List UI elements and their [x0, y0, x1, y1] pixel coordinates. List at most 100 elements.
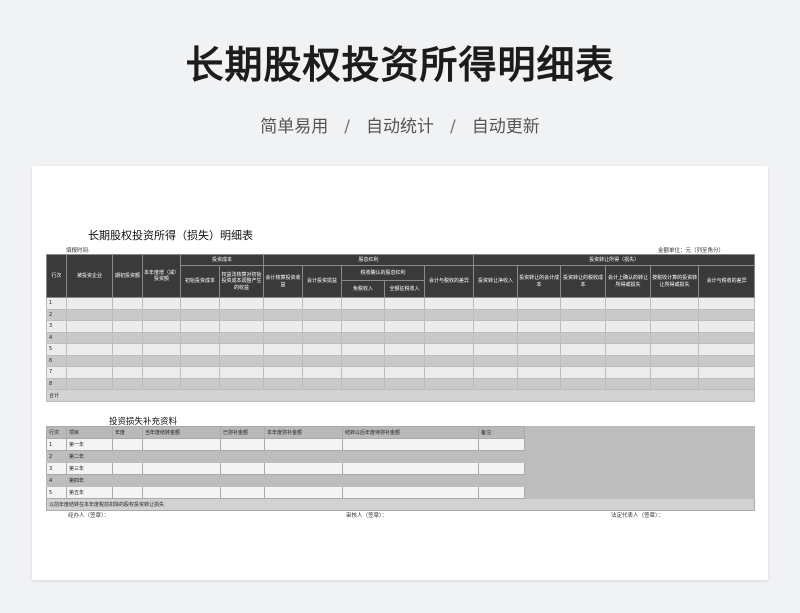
cell[interactable]	[264, 462, 343, 475]
cell[interactable]	[341, 308, 386, 321]
cell[interactable]	[341, 366, 386, 379]
cell[interactable]	[342, 438, 479, 451]
cell[interactable]	[264, 474, 343, 487]
cell[interactable]	[517, 377, 562, 390]
cell[interactable]	[263, 366, 304, 379]
cell[interactable]	[424, 297, 475, 310]
cell[interactable]	[142, 486, 221, 499]
cell[interactable]	[264, 486, 343, 499]
cell[interactable]	[560, 297, 607, 310]
cell[interactable]	[263, 297, 304, 310]
cell[interactable]	[341, 343, 386, 356]
cell[interactable]	[263, 377, 304, 390]
cell[interactable]	[302, 308, 343, 321]
cell[interactable]	[560, 331, 607, 344]
cell[interactable]	[384, 366, 426, 379]
cell[interactable]	[473, 308, 519, 321]
cell[interactable]	[560, 377, 607, 390]
cell[interactable]	[473, 366, 519, 379]
cell[interactable]	[302, 343, 343, 356]
cell[interactable]	[424, 377, 475, 390]
cell[interactable]	[220, 486, 265, 499]
cell[interactable]	[517, 320, 562, 333]
cell[interactable]	[424, 366, 475, 379]
cell[interactable]	[424, 308, 475, 321]
cell[interactable]	[384, 331, 426, 344]
cell[interactable]	[142, 308, 181, 321]
cell[interactable]	[517, 354, 562, 367]
cell[interactable]	[517, 331, 562, 344]
cell[interactable]	[142, 377, 181, 390]
cell[interactable]	[66, 297, 113, 310]
cell[interactable]	[341, 354, 386, 367]
cell[interactable]	[180, 320, 220, 333]
cell[interactable]	[605, 377, 652, 390]
cell[interactable]	[112, 462, 143, 475]
cell[interactable]	[473, 377, 519, 390]
cell[interactable]	[142, 343, 181, 356]
cell[interactable]	[650, 377, 700, 390]
cell[interactable]	[218, 331, 265, 344]
cell[interactable]	[698, 366, 756, 379]
cell[interactable]	[341, 297, 386, 310]
cell[interactable]	[302, 297, 343, 310]
cell[interactable]	[478, 474, 525, 487]
cell[interactable]	[263, 308, 304, 321]
cell[interactable]	[478, 462, 525, 475]
cell[interactable]	[218, 320, 265, 333]
cell[interactable]	[384, 343, 426, 356]
cell[interactable]	[263, 320, 304, 333]
cell[interactable]	[66, 331, 113, 344]
cell[interactable]	[473, 343, 519, 356]
cell[interactable]	[112, 354, 143, 367]
cell[interactable]	[142, 354, 181, 367]
cell[interactable]	[650, 331, 700, 344]
cell[interactable]	[180, 297, 220, 310]
cell[interactable]	[112, 438, 143, 451]
cell[interactable]	[180, 377, 220, 390]
cell[interactable]	[560, 354, 607, 367]
cell[interactable]	[473, 297, 519, 310]
cell[interactable]	[560, 343, 607, 356]
cell[interactable]	[698, 354, 756, 367]
cell[interactable]	[142, 438, 221, 451]
cell[interactable]	[180, 354, 220, 367]
cell[interactable]	[142, 297, 181, 310]
cell[interactable]	[605, 331, 652, 344]
cell[interactable]	[384, 354, 426, 367]
cell[interactable]	[142, 462, 221, 475]
cell[interactable]	[698, 343, 756, 356]
cell[interactable]	[66, 366, 113, 379]
cell[interactable]	[218, 343, 265, 356]
cell[interactable]	[180, 366, 220, 379]
cell[interactable]	[112, 320, 143, 333]
cell[interactable]	[384, 308, 426, 321]
cell[interactable]	[650, 297, 700, 310]
cell[interactable]	[605, 320, 652, 333]
cell[interactable]	[302, 354, 343, 367]
cell[interactable]	[650, 354, 700, 367]
cell[interactable]	[218, 354, 265, 367]
cell[interactable]	[142, 366, 181, 379]
cell[interactable]	[112, 450, 143, 463]
cell[interactable]	[66, 377, 113, 390]
cell[interactable]	[142, 331, 181, 344]
cell[interactable]	[220, 450, 265, 463]
cell[interactable]	[478, 450, 525, 463]
cell[interactable]	[698, 308, 756, 321]
cell[interactable]	[478, 438, 525, 451]
cell[interactable]	[698, 320, 756, 333]
cell[interactable]	[66, 354, 113, 367]
cell[interactable]	[698, 297, 756, 310]
cell[interactable]	[302, 366, 343, 379]
cell[interactable]	[264, 450, 343, 463]
cell[interactable]	[218, 308, 265, 321]
cell[interactable]	[220, 474, 265, 487]
cell[interactable]	[66, 308, 113, 321]
cell[interactable]	[341, 377, 386, 390]
cell[interactable]	[180, 343, 220, 356]
cell[interactable]	[112, 331, 143, 344]
cell[interactable]	[142, 450, 221, 463]
cell[interactable]	[180, 331, 220, 344]
cell[interactable]	[650, 320, 700, 333]
